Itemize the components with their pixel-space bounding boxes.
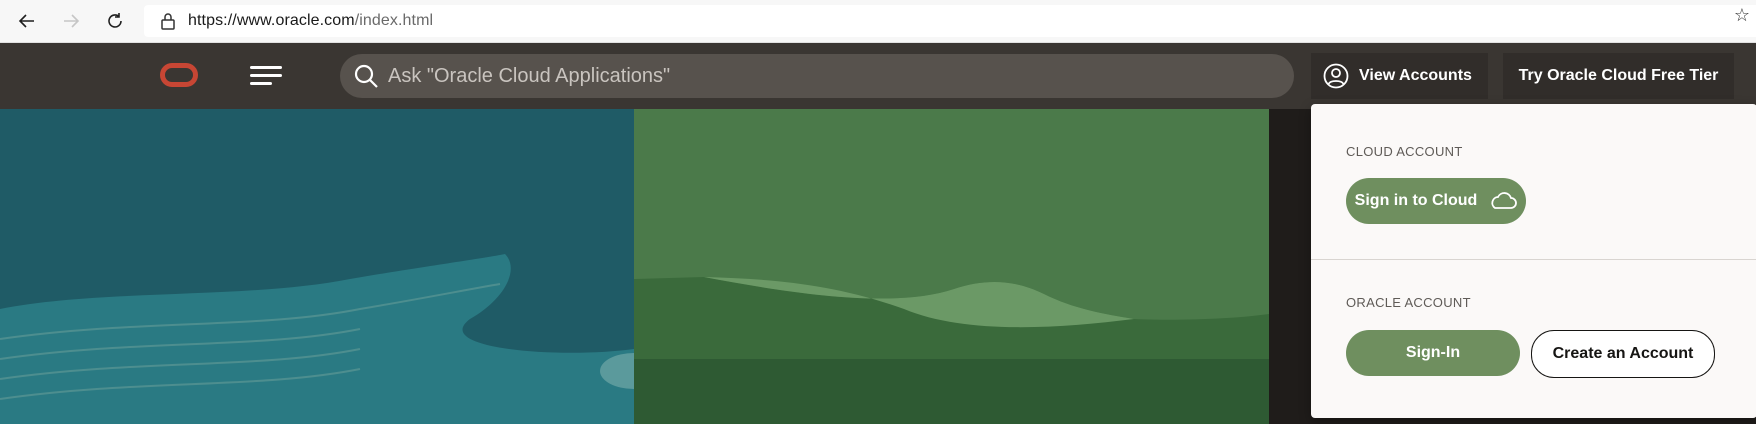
dropdown-divider	[1311, 259, 1756, 260]
site-header: View Accounts Try Oracle Cloud Free Tier	[0, 43, 1756, 109]
star-icon[interactable]: ☆	[1734, 5, 1750, 26]
lock-icon	[152, 5, 184, 37]
hero-teal-illustration	[0, 109, 634, 424]
view-accounts-button[interactable]: View Accounts	[1311, 53, 1488, 99]
sign-in-to-cloud-label: Sign in to Cloud	[1354, 192, 1478, 209]
address-bar[interactable]: https://www.oracle.com/index.html	[144, 5, 1756, 37]
create-account-button[interactable]: Create an Account	[1531, 330, 1715, 378]
accounts-dropdown: CLOUD ACCOUNT Sign in to Cloud ORACLE AC…	[1311, 104, 1756, 418]
sign-in-to-cloud-button[interactable]: Sign in to Cloud	[1346, 178, 1526, 224]
sign-in-label: Sign-In	[1405, 344, 1461, 361]
free-tier-label: Try Oracle Cloud Free Tier	[1518, 67, 1719, 84]
url-text: https://www.oracle.com/index.html	[188, 12, 434, 29]
create-account-label: Create an Account	[1552, 345, 1694, 362]
oracle-account-heading: ORACLE ACCOUNT	[1346, 295, 1471, 310]
free-tier-button[interactable]: Try Oracle Cloud Free Tier	[1503, 53, 1734, 99]
cloud-account-heading: CLOUD ACCOUNT	[1346, 144, 1463, 159]
back-arrow-icon[interactable]	[12, 6, 42, 36]
search-input[interactable]	[388, 54, 1294, 98]
forward-arrow-icon[interactable]	[56, 6, 86, 36]
hero-panel-teal[interactable]	[0, 109, 634, 424]
user-account-icon	[1323, 63, 1349, 89]
sign-in-button[interactable]: Sign-In	[1346, 330, 1520, 376]
cloud-icon	[1491, 192, 1518, 209]
view-accounts-label: View Accounts	[1359, 67, 1472, 84]
refresh-icon[interactable]	[100, 6, 130, 36]
hero-panel-green[interactable]	[634, 109, 1269, 424]
hero-green-illustration	[634, 109, 1269, 424]
menu-icon[interactable]	[250, 62, 284, 90]
search-box[interactable]	[340, 54, 1294, 98]
search-icon	[354, 64, 378, 88]
browser-toolbar: https://www.oracle.com/index.html ☆	[0, 0, 1756, 43]
oracle-logo-icon[interactable]	[160, 63, 198, 87]
